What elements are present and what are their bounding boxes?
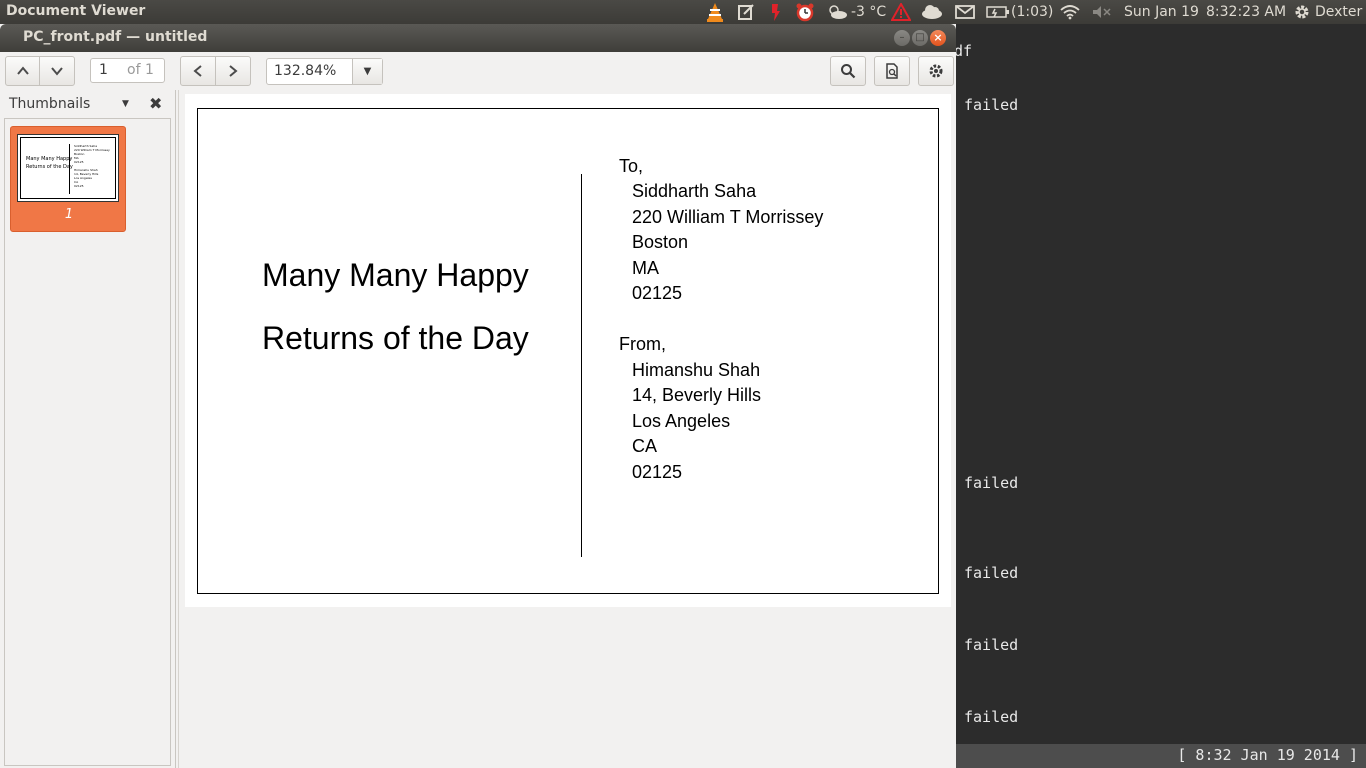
- alarm-clock-icon[interactable]: [794, 2, 816, 22]
- chevron-left-icon: [193, 65, 202, 77]
- from-address-line: Los Angeles: [632, 411, 731, 431]
- terminal-line: failed: [964, 708, 1019, 726]
- thumbnail-item[interactable]: Many Many Happy Returns of the Day Siddh…: [10, 126, 126, 232]
- settings-button[interactable]: [918, 56, 954, 86]
- top-panel: Document Viewer -3 °C (1:03) Sun Jan 19 …: [0, 0, 1366, 24]
- thumbnail-text: Many Many Happy: [26, 156, 73, 162]
- window-titlebar[interactable]: PC_front.pdf — untitled – □ ×: [0, 24, 956, 52]
- zoom-select[interactable]: 132.84% ▼: [266, 58, 383, 85]
- user-name[interactable]: Dexter: [1315, 4, 1362, 20]
- to-address-line: 220 William T Morrissey: [632, 207, 824, 227]
- thumbnail-text: 02125: [74, 160, 84, 164]
- page-border: Many Many Happy Returns of the Day To, S…: [197, 108, 939, 594]
- sidebar-title[interactable]: Thumbnails: [9, 96, 90, 112]
- from-address-line: Himanshu Shah: [632, 360, 761, 380]
- edit-icon[interactable]: [736, 2, 756, 22]
- document-icon: [886, 63, 898, 79]
- page-divider: [581, 174, 582, 557]
- weather-temperature: -3 °C: [851, 4, 887, 20]
- mail-icon[interactable]: [954, 2, 976, 22]
- window-title: PC_front.pdf — untitled: [23, 29, 208, 45]
- chevron-right-icon: [229, 65, 238, 77]
- history-back-button[interactable]: [180, 56, 216, 86]
- thumbnail-text: 02125: [74, 184, 84, 188]
- wifi-icon[interactable]: [1058, 2, 1082, 22]
- battery-time: (1:03): [1011, 4, 1054, 20]
- terminal-window[interactable]: df failed failed failed failed failed [ …: [954, 24, 1366, 768]
- page-number-value: 1: [99, 62, 108, 78]
- chevron-up-icon: [16, 66, 29, 75]
- next-page-button[interactable]: [39, 56, 75, 86]
- warning-icon[interactable]: [890, 2, 912, 22]
- to-address-line: MA: [632, 258, 659, 278]
- thumbnail-preview: Many Many Happy Returns of the Day Siddh…: [17, 134, 119, 202]
- greeting-line-2: Returns of the Day: [262, 320, 529, 356]
- from-label: From,: [619, 334, 666, 354]
- clock-time[interactable]: 8:32:23 AM: [1206, 4, 1286, 20]
- dropdown-arrow-icon[interactable]: ▼: [122, 99, 129, 109]
- page-total-label: of 1: [127, 62, 154, 78]
- vlc-icon[interactable]: [705, 2, 725, 22]
- view-mode-button[interactable]: [874, 56, 910, 86]
- chevron-down-icon: [51, 67, 63, 76]
- search-button[interactable]: [830, 56, 866, 86]
- cloud-icon[interactable]: [921, 2, 943, 22]
- sidebar: Thumbnails ▼ ✖ Many Many Happy Returns o…: [0, 90, 176, 768]
- gear-icon: [929, 64, 943, 78]
- terminal-status-bar: [ 8:32 Jan 19 2014 ]: [956, 744, 1366, 768]
- from-address-line: CA: [632, 436, 658, 456]
- torch-icon[interactable]: [767, 2, 783, 22]
- terminal-fragment: df: [954, 42, 973, 60]
- history-forward-button[interactable]: [215, 56, 251, 86]
- terminal-line: failed: [964, 636, 1019, 654]
- terminal-line: failed: [964, 474, 1019, 492]
- close-sidebar-icon[interactable]: ✖: [149, 94, 162, 113]
- zoom-value: 132.84%: [274, 63, 337, 79]
- from-address-line: 02125: [632, 462, 683, 482]
- thumbnail-text: Returns of the Day: [26, 164, 73, 170]
- volume-muted-icon[interactable]: [1090, 2, 1114, 22]
- to-label: To,: [619, 156, 644, 176]
- document-page[interactable]: Many Many Happy Returns of the Day To, S…: [185, 94, 951, 607]
- terminal-line: failed: [964, 564, 1019, 582]
- weather-icon[interactable]: [826, 2, 848, 22]
- to-address-line: Siddharth Saha: [632, 181, 757, 201]
- thumbnail-list[interactable]: Many Many Happy Returns of the Day Siddh…: [4, 118, 171, 766]
- close-button[interactable]: ×: [930, 30, 946, 46]
- previous-page-button[interactable]: [5, 56, 40, 86]
- toolbar: 1 of 1 132.84% ▼: [0, 52, 956, 90]
- from-address-line: 14, Beverly Hills: [632, 385, 762, 405]
- thumbnail-page-number: 1: [64, 207, 74, 222]
- terminal-line: failed: [964, 96, 1019, 114]
- dropdown-arrow-icon[interactable]: ▼: [352, 59, 382, 84]
- to-address-line: Boston: [632, 232, 689, 252]
- greeting-line-1: Many Many Happy: [262, 257, 529, 293]
- gear-icon[interactable]: [1292, 2, 1312, 22]
- search-icon: [841, 64, 856, 79]
- clock-date[interactable]: Sun Jan 19: [1124, 4, 1199, 20]
- maximize-button[interactable]: □: [912, 30, 928, 46]
- document-area[interactable]: Many Many Happy Returns of the Day To, S…: [178, 90, 956, 768]
- minimize-button[interactable]: –: [894, 30, 910, 46]
- battery-icon[interactable]: [986, 2, 1010, 22]
- app-name: Document Viewer: [6, 3, 146, 19]
- document-viewer-window: PC_front.pdf — untitled – □ × 1 of 1 132…: [0, 24, 956, 768]
- page-number-input[interactable]: 1 of 1: [90, 58, 165, 83]
- to-address-line: 02125: [632, 283, 683, 303]
